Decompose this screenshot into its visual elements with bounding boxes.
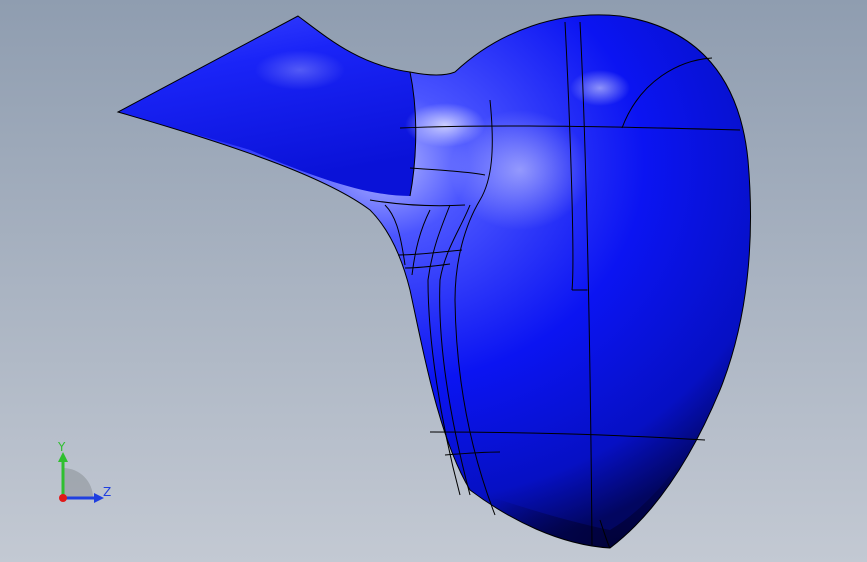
model-scene[interactable] (0, 0, 867, 562)
3d-viewport[interactable]: Y Z (0, 0, 867, 562)
highlight-top (570, 70, 630, 106)
triad-origin (59, 494, 67, 502)
highlight-neck (405, 103, 485, 147)
highlight-spout (255, 50, 345, 90)
triad-z-label: Z (103, 485, 112, 499)
triad-plane-indicator (63, 468, 93, 498)
triad-y-label: Y (58, 440, 66, 454)
